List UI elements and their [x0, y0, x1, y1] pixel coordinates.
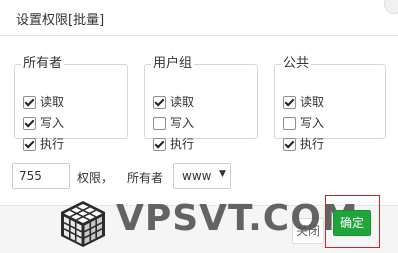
permission-mode-input[interactable]: 755: [12, 163, 70, 189]
owner-select[interactable]: www ▼: [173, 163, 231, 189]
owner-write-checkbox[interactable]: [23, 117, 36, 130]
group-write-checkbox[interactable]: [153, 117, 166, 130]
confirm-button[interactable]: 确定: [333, 210, 371, 236]
owner-select-value: www: [182, 169, 212, 183]
dialog-title: 设置权限[批量]: [16, 13, 105, 28]
watermark-text: VPSVT.COM: [116, 198, 359, 239]
owner-read-checkbox[interactable]: [23, 96, 36, 109]
public-read-checkbox[interactable]: [283, 96, 296, 109]
public-permission-group: 公共 读取 写入 执行: [274, 56, 386, 151]
owner-exec-checkbox[interactable]: [23, 138, 36, 151]
public-write-checkbox[interactable]: [283, 117, 296, 130]
cube-logo-icon: [61, 201, 105, 247]
owner-permission-group: 所有者 读取 写入 执行: [14, 56, 128, 151]
public-exec-checkbox[interactable]: [283, 138, 296, 151]
group-read-checkbox[interactable]: [153, 96, 166, 109]
dialog-header: 设置权限[批量]: [0, 0, 398, 36]
group-permission-group: 用户组 读取 写入 执行: [144, 56, 258, 151]
group-exec-checkbox[interactable]: [153, 138, 166, 151]
chevron-down-icon: ▼: [219, 169, 226, 179]
group-legend-group: 用户组: [153, 56, 193, 71]
permission-label: 权限，: [77, 171, 114, 185]
group-legend-public: 公共: [283, 56, 310, 71]
group-legend-owner: 所有者: [23, 56, 63, 71]
owner-label: 所有者: [127, 171, 164, 185]
watermark: VPSVT.COM: [58, 196, 358, 252]
